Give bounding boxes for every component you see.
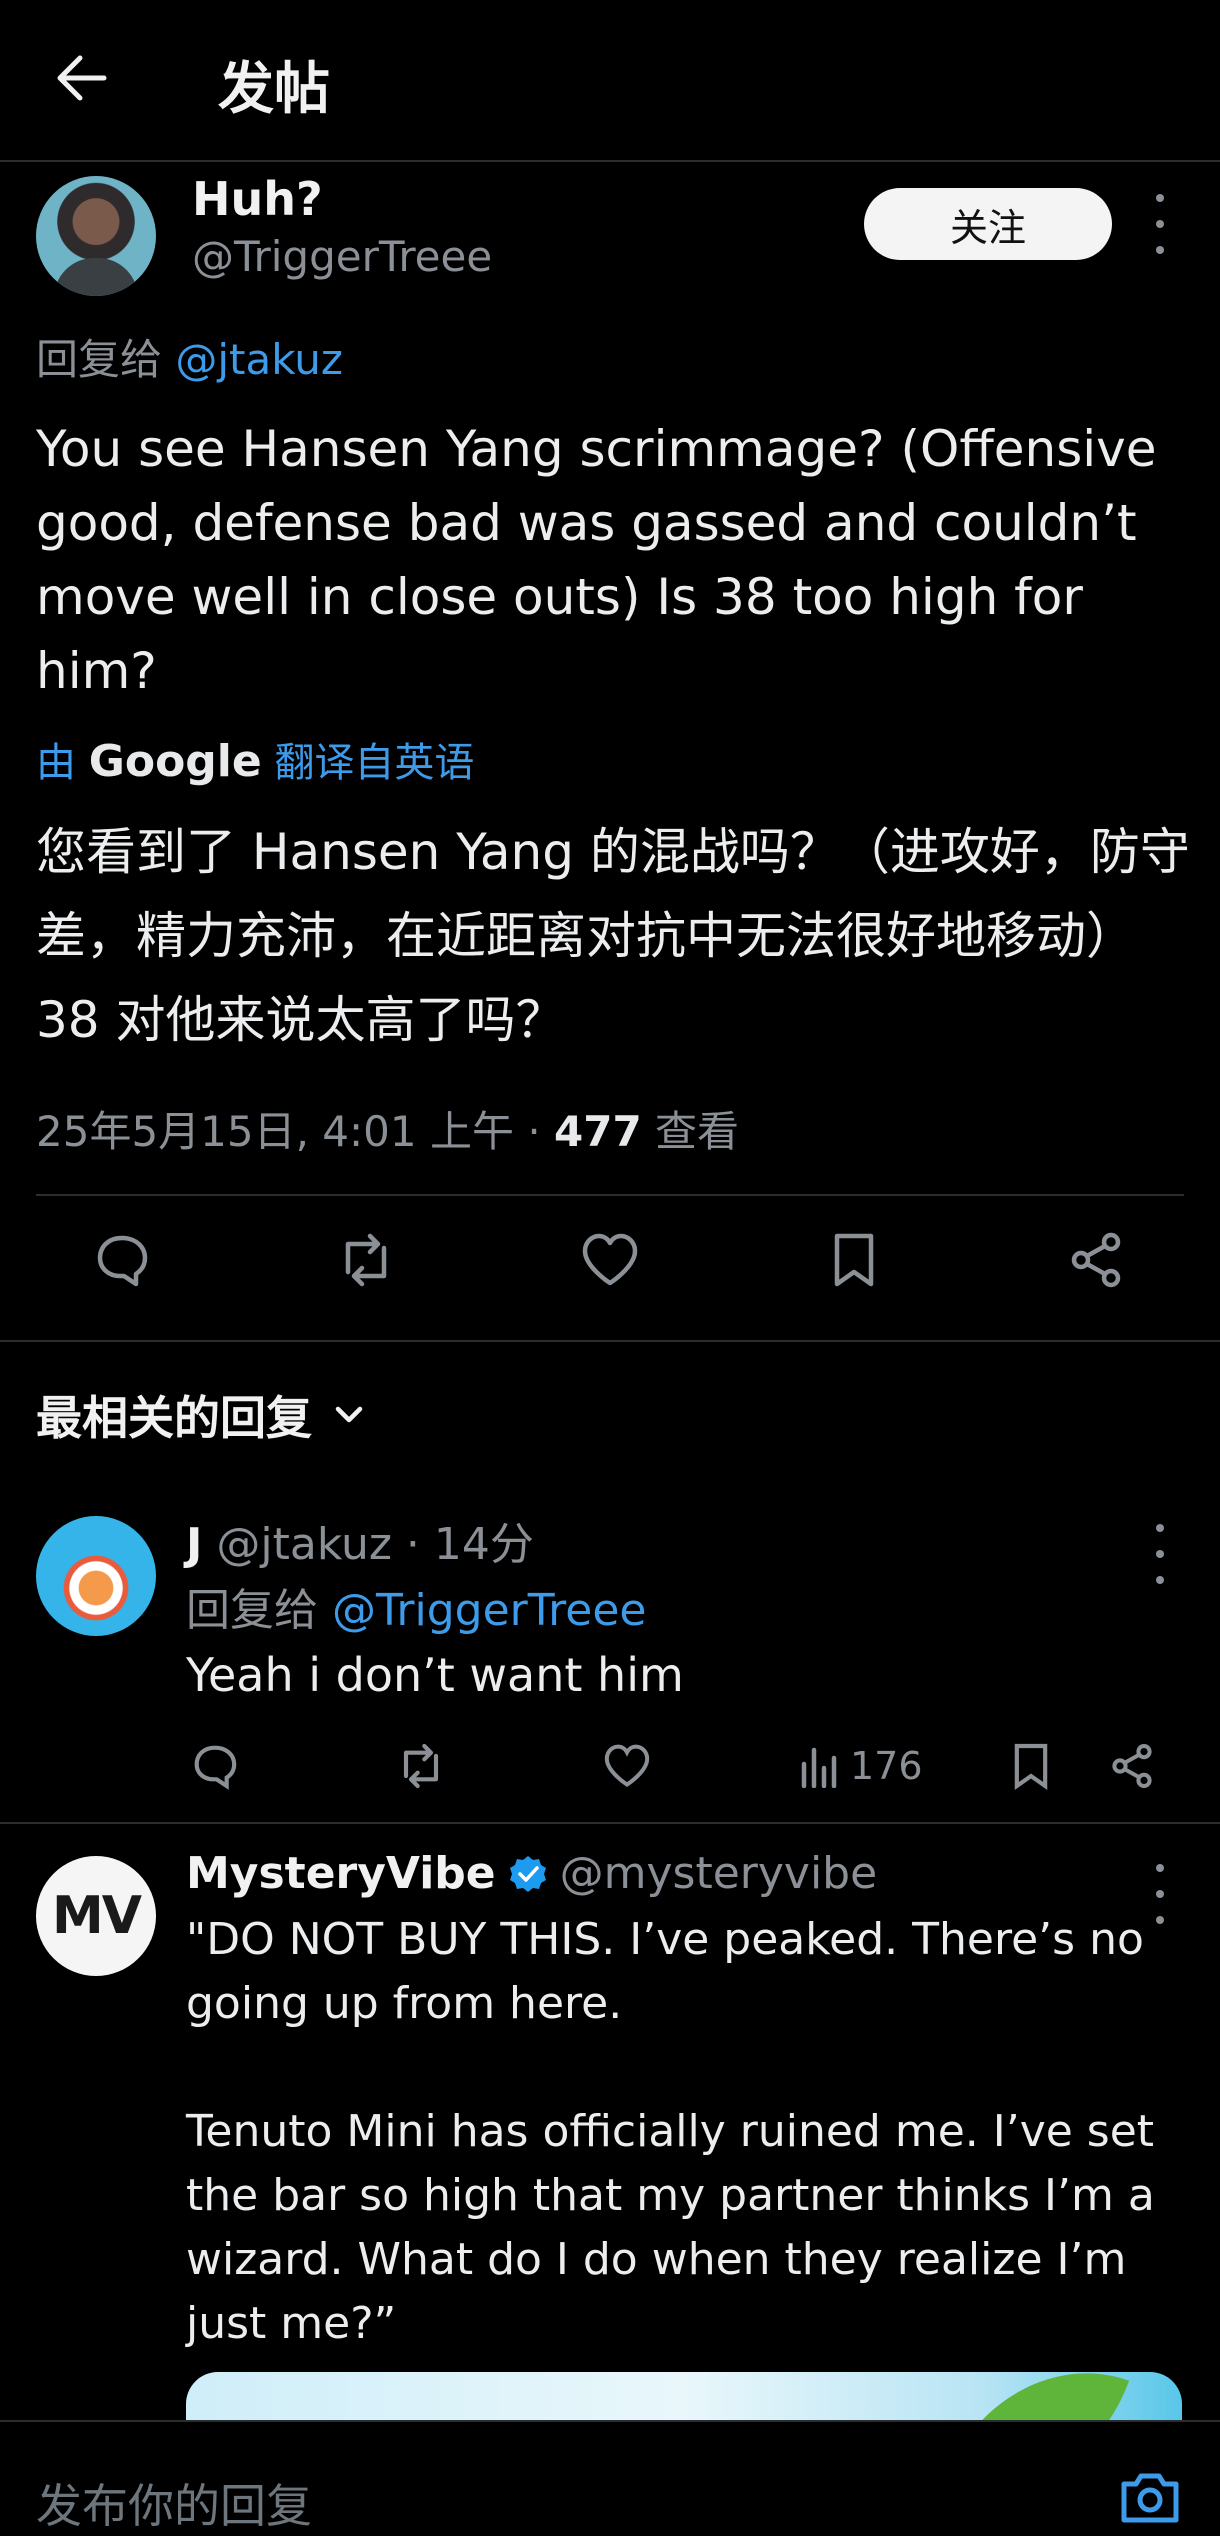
bookmark-icon[interactable]	[1010, 1736, 1052, 1796]
views-icon	[801, 1747, 837, 1788]
reply-icon[interactable]	[82, 1220, 162, 1300]
reply-to: 回复给 @TriggerTreee	[186, 1574, 647, 1638]
reply-to-handle[interactable]: @TriggerTreee	[332, 1585, 647, 1636]
reply-composer: 发布你的回复	[0, 2420, 1220, 2533]
reply-time: · 14分	[391, 1519, 534, 1570]
verified-badge-icon	[509, 1855, 546, 1892]
views-count: 477	[554, 1107, 642, 1156]
like-icon[interactable]	[570, 1220, 650, 1300]
author-name[interactable]: Huh?	[192, 172, 323, 226]
post-timestamp: 25年5月15日, 4:01 上午 ·	[36, 1107, 555, 1156]
more-options-icon[interactable]	[1150, 194, 1170, 254]
sort-label: 最相关的回复	[36, 1391, 312, 1445]
translation-attribution[interactable]: 由 Google 翻译自英语	[36, 730, 474, 788]
translate-suffix: 翻译自英语	[274, 740, 475, 786]
reply-to-prefix: 回复给	[186, 1585, 318, 1636]
views-count: 176	[850, 1744, 923, 1788]
repost-icon[interactable]	[394, 1736, 448, 1796]
reply-header: J @jtakuz · 14分	[186, 1508, 534, 1572]
post-text-translated: 您看到了 Hansen Yang 的混战吗？（进攻好，防守差，精力充沛，在近距离…	[36, 823, 1190, 1049]
sort-dropdown[interactable]: 最相关的回复	[36, 1382, 366, 1448]
avatar[interactable]	[36, 176, 156, 296]
meta-divider	[36, 1194, 1184, 1196]
reply-author-handle[interactable]: @jtakuz	[216, 1519, 392, 1570]
avatar[interactable]	[36, 1516, 156, 1636]
reply-author-name[interactable]: MysteryVibe	[186, 1848, 496, 1899]
composer-divider	[0, 2420, 1220, 2422]
follow-button[interactable]: 关注	[864, 188, 1112, 260]
avatar[interactable]: MV	[36, 1856, 156, 1976]
back-arrow-icon[interactable]	[52, 48, 112, 108]
camera-icon[interactable]	[1118, 2468, 1182, 2524]
share-icon[interactable]	[1056, 1220, 1136, 1300]
post-text-original: You see Hansen Yang scrimmage? (Offensiv…	[36, 420, 1157, 700]
views-label: 查看	[641, 1107, 740, 1156]
page-title: 发帖	[218, 57, 330, 122]
header-divider	[0, 160, 1220, 162]
reply-author-name[interactable]: J	[186, 1519, 202, 1570]
chevron-down-icon	[335, 1406, 363, 1423]
reply-icon[interactable]	[190, 1736, 240, 1796]
share-icon[interactable]	[1108, 1736, 1156, 1796]
reply-author-handle[interactable]: @mysteryvibe	[560, 1848, 878, 1899]
like-icon[interactable]	[602, 1736, 652, 1796]
actions-divider	[0, 1340, 1220, 1342]
reply-header: MysteryVibe @mysteryvibe	[186, 1848, 877, 1899]
reply-to-handle[interactable]: @jtakuz	[175, 335, 343, 384]
views-button[interactable]: 176	[800, 1736, 923, 1796]
google-logo: Google	[88, 736, 262, 787]
translate-by: 由	[36, 740, 76, 786]
repost-icon[interactable]	[326, 1220, 406, 1300]
reply-text: Yeah i don’t want him	[186, 1648, 684, 1702]
author-handle[interactable]: @TriggerTreee	[192, 232, 492, 281]
reply-text: "DO NOT BUY THIS. I’ve peaked. There’s n…	[186, 1914, 1155, 2349]
reply-input[interactable]: 发布你的回复	[36, 2470, 312, 2536]
bookmark-icon[interactable]	[814, 1220, 894, 1300]
reply-divider	[0, 1822, 1220, 1824]
post-meta: 25年5月15日, 4:01 上午 · 477 查看	[36, 1098, 739, 1159]
reply-to-prefix: 回复给	[36, 335, 163, 384]
reply-to: 回复给 @jtakuz	[36, 326, 343, 387]
more-options-icon[interactable]	[1150, 1524, 1170, 1584]
